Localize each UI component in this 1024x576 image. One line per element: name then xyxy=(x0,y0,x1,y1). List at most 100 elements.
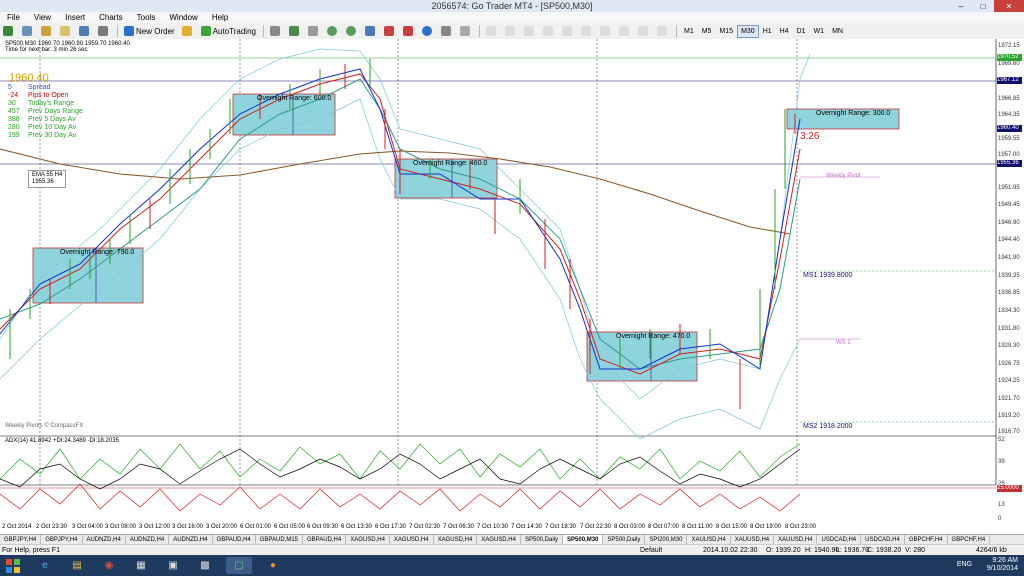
crosshair-button[interactable] xyxy=(502,25,520,38)
price-tick: 1931.80 xyxy=(998,326,1020,332)
time-tick: 8 Oct 03:00 xyxy=(614,524,646,530)
current-price: 1960.40 xyxy=(9,72,49,84)
price-tag: 1967.12 xyxy=(997,77,1022,84)
price-tick: 1972.15 xyxy=(998,43,1020,49)
vertical-line-button[interactable] xyxy=(521,25,539,38)
timeframe-m5[interactable]: M5 xyxy=(698,25,716,38)
file-explorer-icon[interactable]: ▤ xyxy=(64,557,90,574)
metaeditor-button[interactable] xyxy=(179,25,197,38)
navigator-button[interactable] xyxy=(57,25,75,38)
timeframe-h4[interactable]: H4 xyxy=(776,25,793,38)
ema-value: 1955.36 xyxy=(32,179,54,185)
time-tick: 6 Oct 13:30 xyxy=(341,524,373,530)
minimize-button[interactable]: – xyxy=(950,0,972,12)
profiles-button[interactable] xyxy=(19,25,37,38)
close-button[interactable]: ✕ xyxy=(994,0,1024,12)
navigator-icon xyxy=(60,26,70,36)
bar-chart-button[interactable] xyxy=(267,25,285,38)
tester-icon xyxy=(98,26,108,36)
timeframe-m15[interactable]: M15 xyxy=(715,25,737,38)
arrows-icon xyxy=(656,26,667,36)
watermark: Weekly Pivots © CompassFX xyxy=(5,423,84,429)
autotrading-label: AutoTrading xyxy=(212,26,256,36)
windows-start-icon[interactable] xyxy=(4,557,22,574)
zoom-in-button[interactable] xyxy=(324,25,342,38)
next-bar-timer: Time for next bar: 3 min 26 sec xyxy=(5,47,88,53)
calculator-icon[interactable]: ▦ xyxy=(128,557,154,574)
fibo-button[interactable] xyxy=(597,25,615,38)
tester-button[interactable] xyxy=(95,25,113,38)
channel-button[interactable] xyxy=(578,25,596,38)
trendline-icon xyxy=(561,26,572,36)
price-chart[interactable] xyxy=(0,39,1024,560)
arrows-button[interactable] xyxy=(654,25,672,38)
price-tick: 1924.25 xyxy=(998,378,1020,384)
internet-explorer-icon[interactable]: e xyxy=(32,557,58,574)
timeframe-m1[interactable]: M1 xyxy=(680,25,698,38)
menu-help[interactable]: Help xyxy=(205,12,235,23)
info-panel: 5 Spread -24 Pips to Open 30 Today's Range … xyxy=(8,84,83,140)
price-tag-green: 1970.52 xyxy=(997,54,1022,61)
time-tick: 2 Oct 23:30 xyxy=(36,524,68,530)
app-icon[interactable]: ▩ xyxy=(192,557,218,574)
adx-tick: 13 xyxy=(998,502,1005,508)
chrome-icon[interactable]: ◉ xyxy=(96,557,122,574)
time-tick: 2 Oct 2014 xyxy=(2,524,32,530)
info-prev-30-days: 199 Prev 30 Day Av xyxy=(8,132,77,139)
timeframe-m30[interactable]: M30 xyxy=(737,24,759,38)
tile-windows-button[interactable] xyxy=(362,25,380,38)
price-tick: 1957.00 xyxy=(998,152,1020,158)
menu-file[interactable]: File xyxy=(0,12,27,23)
autoscroll-button[interactable] xyxy=(381,25,399,38)
indicators-button[interactable] xyxy=(419,25,437,38)
profiles-icon xyxy=(22,26,32,36)
language-indicator[interactable]: ENG xyxy=(957,561,972,568)
overnight-range-2: Overnight Range: 600.0 xyxy=(257,95,332,102)
info-prev-days-range: 457 Prev Days Range xyxy=(8,108,83,115)
timeframe-w1[interactable]: W1 xyxy=(810,25,829,38)
menu-insert[interactable]: Insert xyxy=(58,12,92,23)
market-watch-icon xyxy=(41,26,51,36)
new-order-button[interactable]: New Order xyxy=(121,25,178,38)
chart-header: SP500,M30 1960.70 1960.90 1959.70 1960.4… xyxy=(5,41,130,53)
zoom-out-button[interactable] xyxy=(343,25,361,38)
price-tag-current: 1960.40 xyxy=(997,125,1022,132)
info-spread: 5 Spread xyxy=(8,84,51,91)
timeframe-d1[interactable]: D1 xyxy=(793,25,810,38)
cursor-button[interactable] xyxy=(483,25,501,38)
candlestick-button[interactable] xyxy=(286,25,304,38)
timeframe-mn[interactable]: MN xyxy=(828,25,847,38)
zoom-in-icon xyxy=(326,26,337,36)
new-chart-button[interactable] xyxy=(0,25,18,38)
label-button[interactable] xyxy=(635,25,653,38)
line-chart-button[interactable] xyxy=(305,25,323,38)
menu-window[interactable]: Window xyxy=(162,12,204,23)
timeframe-h1[interactable]: H1 xyxy=(759,25,776,38)
price-tick: 1966.85 xyxy=(998,96,1020,102)
periods-button[interactable] xyxy=(438,25,456,38)
new-chart-icon xyxy=(3,26,13,36)
horizontal-line-button[interactable] xyxy=(540,25,558,38)
app-icon[interactable]: ▣ xyxy=(160,557,186,574)
info-pips-to-open: -24 Pips to Open xyxy=(8,92,69,99)
price-tick: 1921.70 xyxy=(998,396,1020,402)
maximize-button[interactable]: □ xyxy=(972,0,994,12)
metatrader-icon[interactable]: ▢ xyxy=(226,557,252,574)
text-button[interactable] xyxy=(616,25,634,38)
menu-tools[interactable]: Tools xyxy=(130,12,163,23)
price-tick: 1946.90 xyxy=(998,220,1020,226)
market-watch-button[interactable] xyxy=(38,25,56,38)
templates-button[interactable] xyxy=(457,25,475,38)
trendline-button[interactable] xyxy=(559,25,577,38)
chart-shift-button[interactable] xyxy=(400,25,418,38)
price-tick: 1916.70 xyxy=(998,429,1020,435)
clock[interactable]: 9:26 AM 9/10/2014 xyxy=(987,557,1018,573)
adx-tick: 52 xyxy=(998,437,1005,443)
firefox-icon[interactable]: ● xyxy=(260,557,286,574)
menu-charts[interactable]: Charts xyxy=(92,12,130,23)
time-tick: 7 Oct 14:30 xyxy=(511,524,543,530)
chart-window[interactable]: SP500,M30 1960.70 1960.90 1959.70 1960.4… xyxy=(0,39,1024,560)
terminal-button[interactable] xyxy=(76,25,94,38)
menu-view[interactable]: View xyxy=(27,12,58,23)
autotrading-button[interactable]: AutoTrading xyxy=(198,25,259,38)
